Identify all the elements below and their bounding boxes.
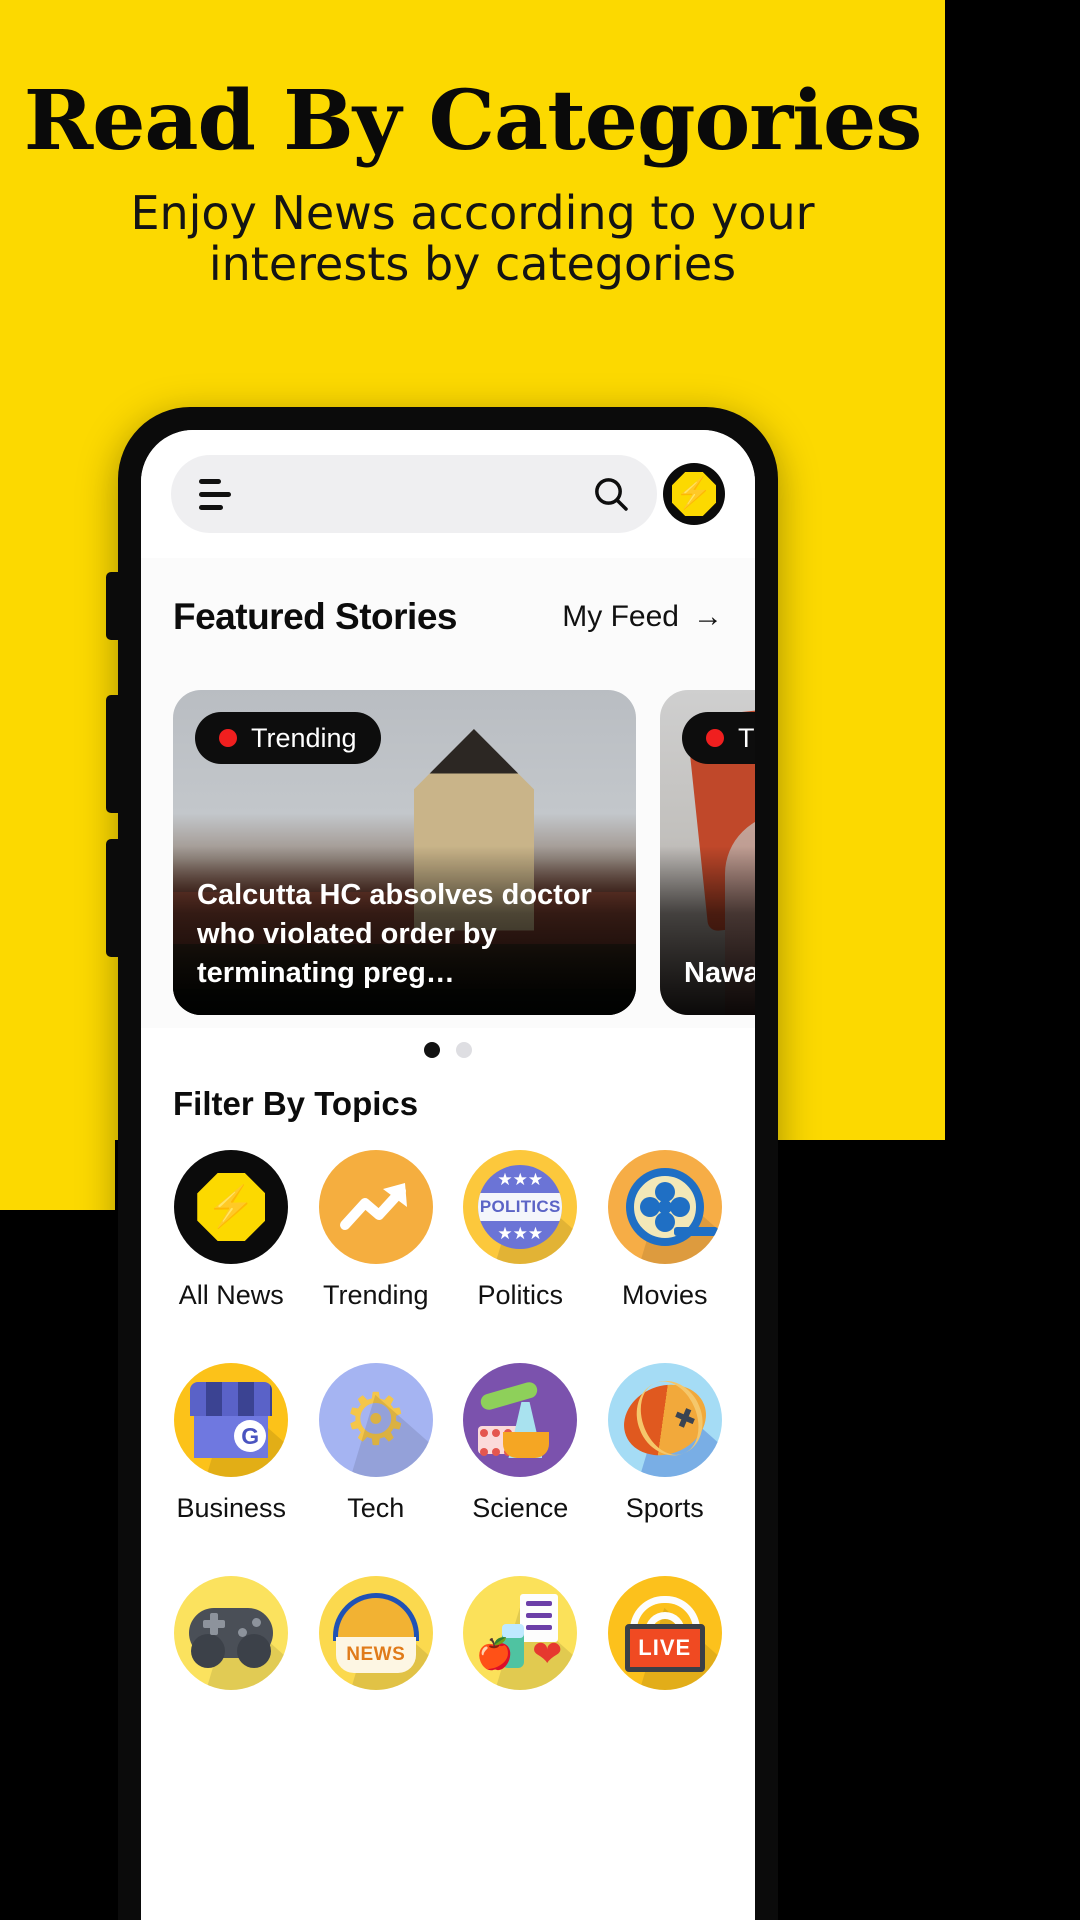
status-badge: Tre [682,712,755,764]
arrow-right-icon: → [693,600,723,633]
featured-stories-header: Featured Stories My Feed → [141,558,755,676]
topic-item-all-news[interactable]: ⚡ All News [159,1150,304,1311]
promo-background-tail [0,1140,115,1210]
lab-flask-icon [463,1363,578,1477]
my-feed-link[interactable]: My Feed → [562,600,723,634]
lightning-bolt-icon: ⚡ [174,1150,289,1264]
film-reel-icon [607,1150,722,1264]
live-dot-icon [706,729,724,747]
topic-item-politics[interactable]: ★★★ POLITICS ★★★ Politics [448,1150,593,1311]
status-badge: Trending [195,712,381,764]
carousel-pagination[interactable] [141,1042,755,1058]
politics-badge-icon: ★★★ POLITICS ★★★ [463,1150,578,1264]
topic-item-trending[interactable]: Trending [304,1150,449,1311]
search-input[interactable] [171,455,657,533]
bolt-glyph: ⚡ [675,477,713,510]
lightning-bolt-logo[interactable]: ⚡ [663,463,725,525]
topic-item-gaming[interactable] [159,1576,304,1706]
health-icon: 🍎 ❤ [463,1576,578,1690]
card-headline: Calcutta HC absolves doctor who violated… [197,878,592,989]
topic-item-science[interactable]: Science [448,1363,593,1524]
topic-label: Tech [347,1493,405,1523]
game-controller-icon [174,1576,289,1690]
promo-title: Read By Categories [23,73,923,169]
topic-item-movies[interactable]: Movies [593,1150,738,1311]
live-dot-icon [219,729,237,747]
search-icon[interactable] [589,472,633,516]
featured-carousel[interactable]: Trending Calcutta HC absolves doctor who… [141,676,755,1028]
badge-label: Trending [251,722,357,753]
topic-item-live[interactable]: LIVE [593,1576,738,1706]
phone-mockup: ⚡ Featured Stories My Feed → Trending Ca… [106,407,778,1920]
topic-item-news[interactable]: NEWS [304,1576,449,1706]
topic-label: All News [178,1280,284,1310]
card-headline: Nawaz improv [684,956,755,989]
live-broadcast-icon: LIVE [607,1576,722,1690]
topic-item-sports[interactable]: ✖ Sports [593,1363,738,1524]
sports-ball-icon: ✖ [607,1363,722,1477]
topic-label: Sports [625,1493,704,1523]
phone-button-volume-down [106,839,122,957]
featured-card[interactable]: Trending Calcutta HC absolves doctor who… [173,690,636,1015]
topic-label: Trending [322,1280,429,1310]
my-feed-label: My Feed [562,600,679,633]
phone-button-volume-up [106,695,122,813]
page-title: Featured Stories [173,596,457,637]
storefront-icon: G [174,1363,289,1477]
news-globe-icon: NEWS [318,1576,433,1690]
featured-card[interactable]: Tre Nawaz improv [660,690,755,1015]
badge-label: Tre [738,722,755,753]
phone-screen: ⚡ Featured Stories My Feed → Trending Ca… [141,430,755,1920]
phone-button-silence [106,572,122,640]
pagination-dot[interactable] [456,1042,472,1058]
topic-label: Business [176,1493,287,1523]
app-header: ⚡ [141,430,755,558]
topic-label: Movies [621,1280,708,1310]
hamburger-menu-icon[interactable] [199,478,239,510]
pagination-dot-active[interactable] [424,1042,440,1058]
trend-arrow-up-icon [318,1150,433,1264]
topics-grid: ⚡ All News Trending ★★★ POLITICS ★★★ Pol… [141,1150,755,1706]
gear-circuit-icon: ⚙ [318,1363,433,1477]
filter-by-topics-title: Filter By Topics [173,1085,419,1122]
topic-item-tech[interactable]: ⚙ Tech [304,1363,449,1524]
topic-item-business[interactable]: G Business [159,1363,304,1524]
topic-item-health[interactable]: 🍎 ❤ [448,1576,593,1706]
topic-label: Politics [477,1280,564,1310]
promo-subtitle: Enjoy News according to your interests b… [130,186,815,291]
topic-label: Science [472,1493,569,1523]
